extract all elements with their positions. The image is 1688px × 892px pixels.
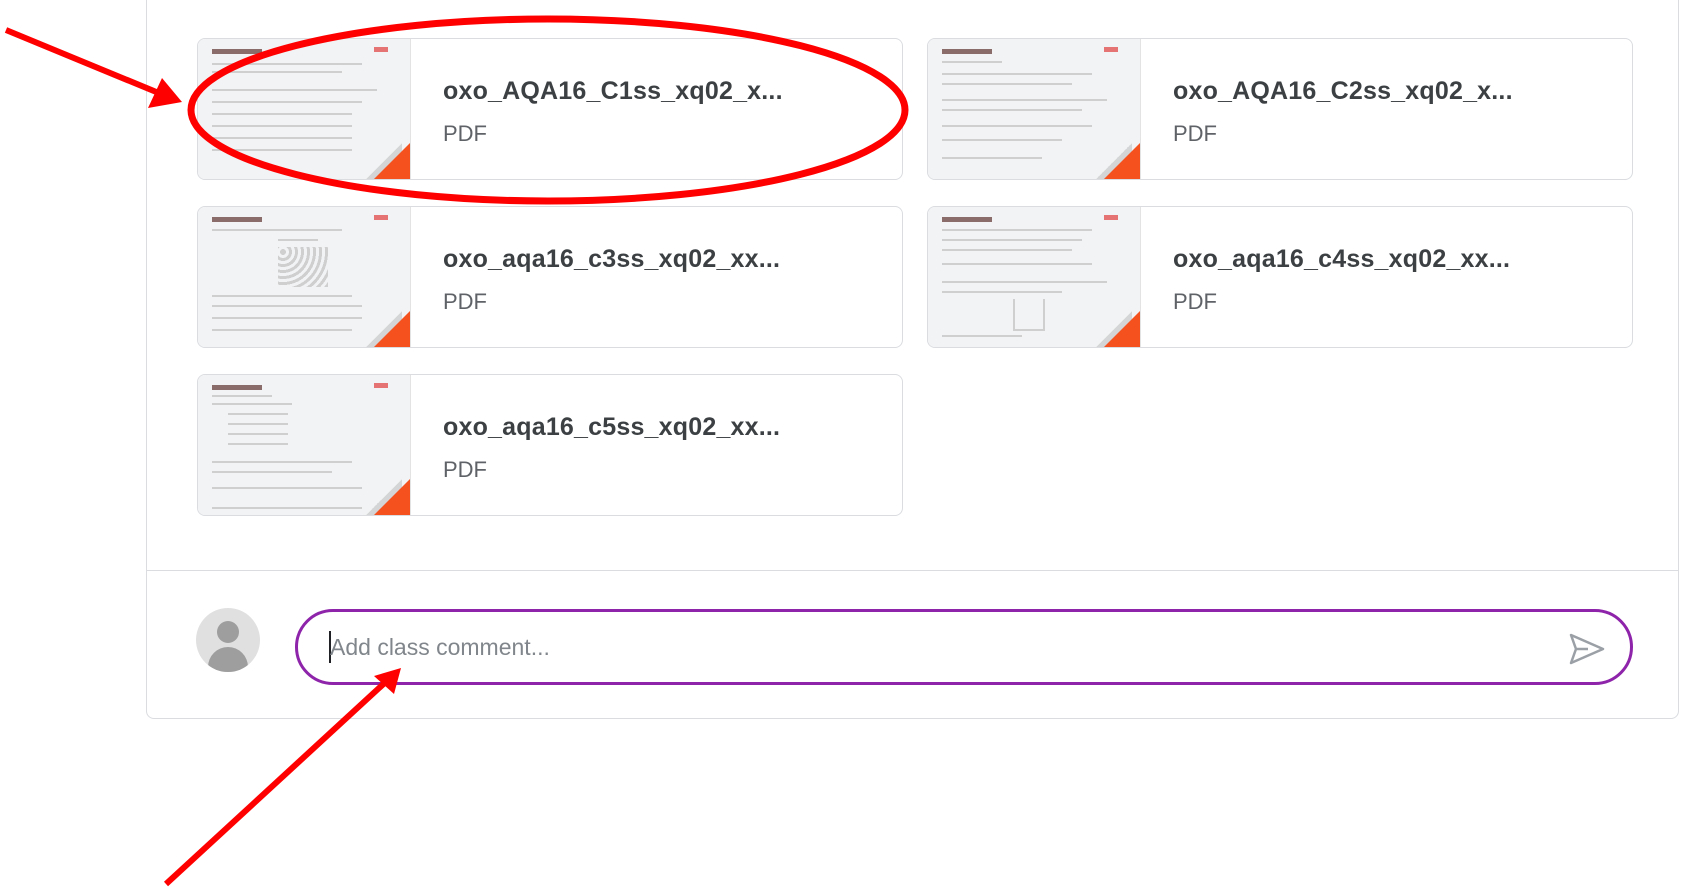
attachment-title: oxo_aqa16_c3ss_xq02_xx... [443,245,781,273]
send-icon[interactable] [1568,632,1606,666]
attachment-type: PDF [443,121,487,146]
person-avatar-icon [196,608,260,672]
attachment-card-5[interactable]: oxo_aqa16_c5ss_xq02_xx... PDF [197,374,903,516]
attachment-type: PDF [1173,289,1217,314]
divider [147,570,1678,571]
attachment-card-3[interactable]: oxo_aqa16_c3ss_xq02_xx... PDF [197,206,903,348]
pdf-thumbnail [928,39,1141,179]
class-comment-box[interactable] [295,609,1633,685]
attachment-title: oxo_AQA16_C2ss_xq02_x... [1173,77,1513,105]
class-comment-input[interactable] [330,630,1530,664]
attachment-title: oxo_aqa16_c4ss_xq02_xx... [1173,245,1511,273]
attachment-type: PDF [1173,121,1217,146]
attachment-title: oxo_aqa16_c5ss_xq02_xx... [443,413,781,441]
pdf-thumbnail [928,207,1141,347]
pdf-thumbnail [198,39,411,179]
attachment-title: oxo_AQA16_C1ss_xq02_x... [443,77,783,105]
pdf-thumbnail [198,375,411,515]
attachment-card-2[interactable]: oxo_AQA16_C2ss_xq02_x... PDF [927,38,1633,180]
attachment-card-4[interactable]: oxo_aqa16_c4ss_xq02_xx... PDF [927,206,1633,348]
attachment-type: PDF [443,289,487,314]
pdf-thumbnail [198,207,411,347]
attachment-type: PDF [443,457,487,482]
attachment-card-1[interactable]: oxo_AQA16_C1ss_xq02_x... PDF [197,38,903,180]
